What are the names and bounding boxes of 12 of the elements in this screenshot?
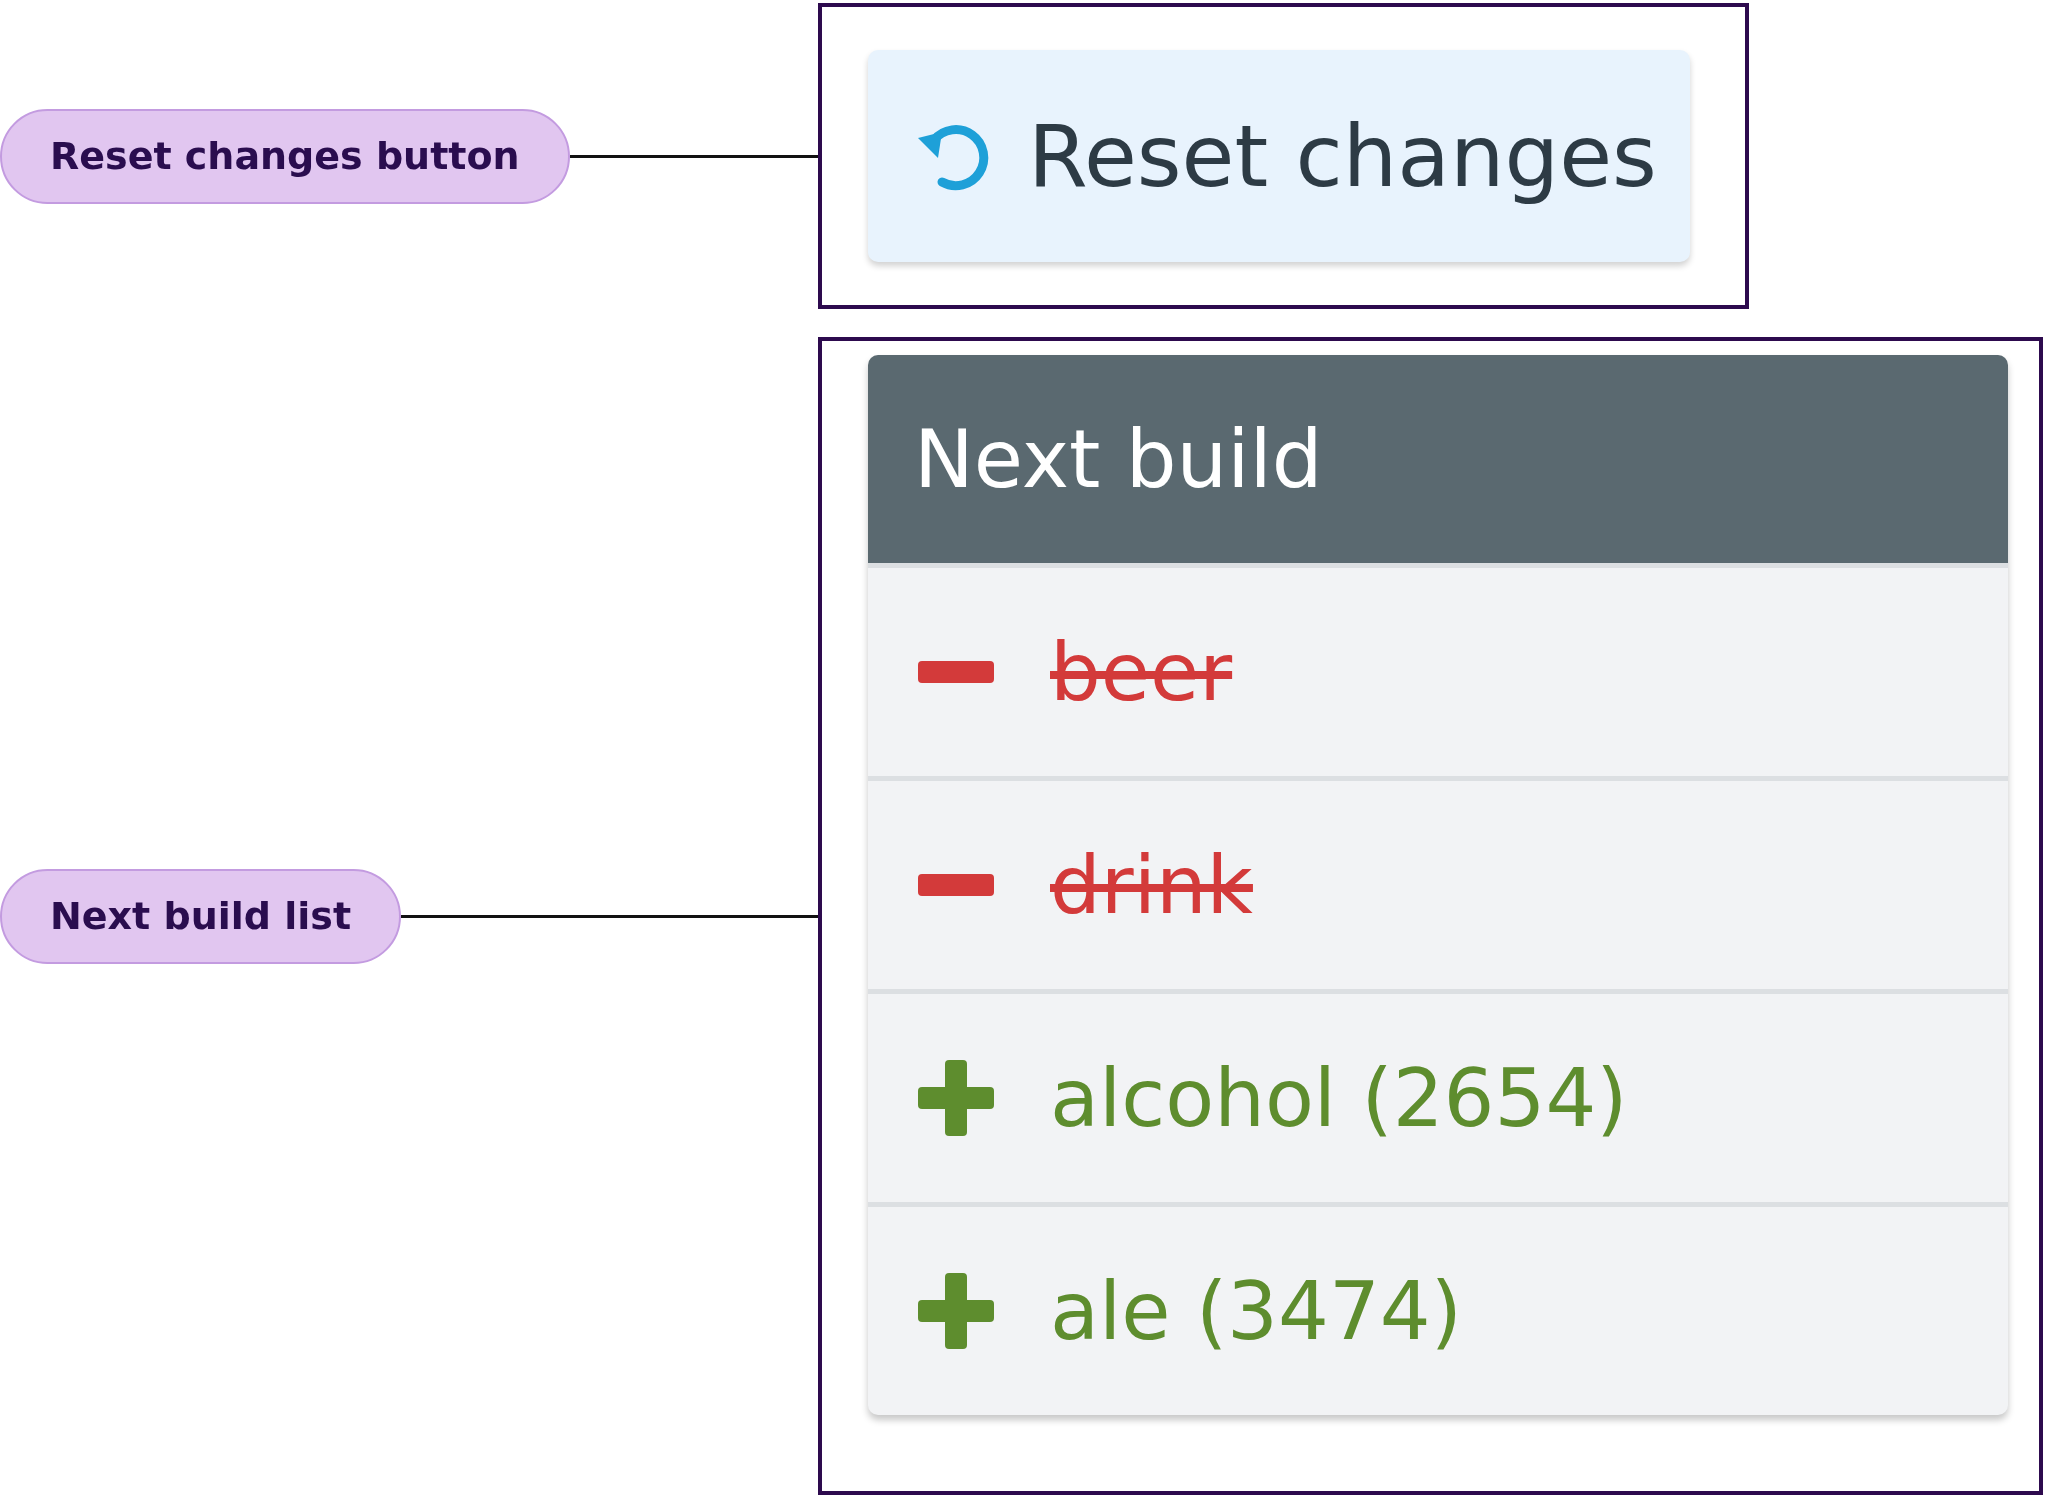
callout-label: Reset changes button	[0, 108, 570, 204]
plus-icon	[918, 1060, 994, 1136]
panel-title: Next build	[868, 355, 2008, 563]
item-label: ale (3474)	[1050, 1264, 1462, 1358]
callout-label: Next build list	[0, 868, 402, 964]
minus-icon	[918, 661, 994, 683]
item-label: drink	[1050, 838, 1253, 932]
item-label: beer	[1050, 625, 1233, 719]
reset-changes-button[interactable]: Reset changes	[868, 50, 1690, 262]
minus-icon	[918, 874, 994, 896]
plus-icon	[918, 1273, 994, 1349]
item-label: alcohol (2654)	[1050, 1051, 1628, 1145]
